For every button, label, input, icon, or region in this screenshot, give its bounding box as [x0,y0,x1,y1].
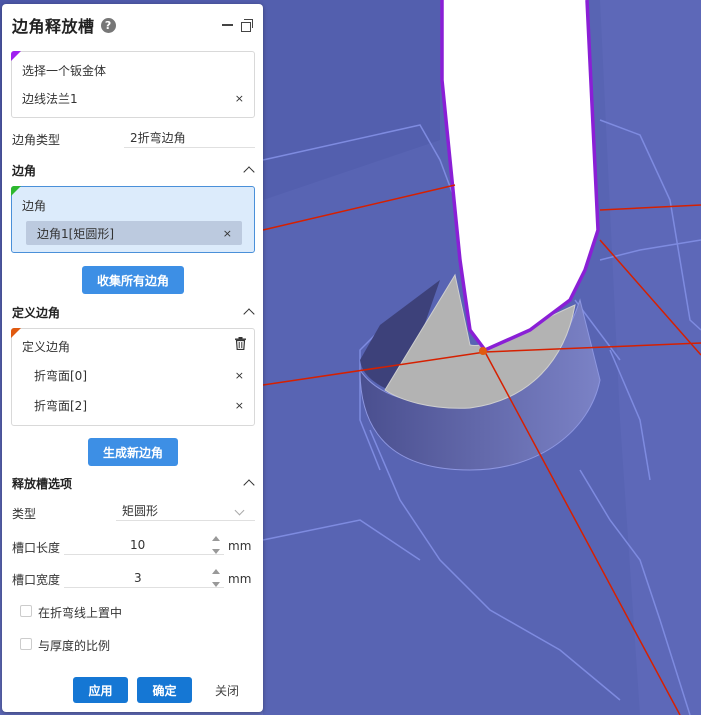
define-corner-section-header[interactable]: 定义边角 [12,303,255,321]
restore-icon[interactable] [241,19,253,32]
trash-icon[interactable] [235,337,246,350]
slot-length-label: 槽口长度 [12,541,61,555]
corner-type-label: 边角类型 [12,133,61,147]
remove-icon[interactable]: × [223,227,232,240]
chevron-up-icon[interactable] [243,308,255,320]
remove-icon[interactable]: × [235,399,244,412]
selector-color-marker [11,51,21,61]
panel-title: 边角释放槽 [12,17,95,36]
stepper-icon[interactable] [211,567,221,589]
remove-icon[interactable]: × [235,369,244,382]
corner-selector[interactable]: 边角 边角1[矩圆形] × [11,186,255,253]
corner-point [479,347,487,355]
corner-relief-panel: 边角释放槽 ? 选择一个钣金体 边线法兰1 × 边角类型 2折弯边角 边角 边角… [2,4,263,712]
relief-type-value: 矩圆形 [122,504,159,518]
slot-width-input[interactable]: 3 [64,568,224,588]
list-item[interactable]: 折弯面[0] × [12,363,254,387]
relief-type-label: 类型 [12,507,37,521]
generate-new-corner-button[interactable]: 生成新边角 [88,438,178,466]
slot-length-unit: mm [228,539,252,553]
slot-length-input[interactable]: 10 [64,535,224,555]
sheet-body-label: 选择一个钣金体 [22,64,107,78]
ok-button[interactable]: 确定 [137,677,192,703]
sheet-body-selector[interactable]: 选择一个钣金体 边线法兰1 × [11,51,255,118]
help-icon[interactable]: ? [100,17,116,33]
slot-width-unit: mm [228,572,252,586]
selector-color-marker [11,186,21,196]
slot-width-label: 槽口宽度 [12,573,61,587]
center-on-bend-checkbox[interactable] [20,605,32,617]
center-on-bend-label: 在折弯线上置中 [38,606,123,620]
relief-options-section-title: 释放槽选项 [12,476,73,491]
remove-icon[interactable]: × [235,92,244,105]
panel-header: 边角释放槽 ? [12,14,253,36]
corner-chip[interactable]: 边角1[矩圆形] × [26,221,242,245]
list-item[interactable]: 折弯面[2] × [12,393,254,417]
corner-type-value[interactable]: 2折弯边角 [124,128,255,148]
sheet-body-item-label: 边线法兰1 [22,91,78,106]
relief-options-section-header[interactable]: 释放槽选项 [12,474,255,492]
apply-button[interactable]: 应用 [73,677,128,703]
minimize-icon[interactable] [222,24,233,26]
close-button[interactable]: 关闭 [202,677,252,703]
corner-box-label: 边角 [22,199,47,213]
collect-all-corners-button[interactable]: 收集所有边角 [82,266,184,294]
define-corner-box-label: 定义边角 [22,340,71,354]
window-controls [222,19,253,32]
bend-face-0-label: 折弯面[0] [34,368,87,383]
define-corner-section-title: 定义边角 [12,305,61,320]
define-corner-selector[interactable]: 定义边角 折弯面[0] × 折弯面[2] × [11,328,255,426]
corner-section-title: 边角 [12,163,37,178]
selector-color-marker [11,328,21,338]
corner-chip-label: 边角1[矩圆形] [37,226,114,241]
proportional-thickness-label: 与厚度的比例 [38,639,111,653]
proportional-thickness-checkbox[interactable] [20,638,32,650]
bend-face-2-label: 折弯面[2] [34,398,87,413]
chevron-up-icon[interactable] [243,166,255,178]
sheet-body-item[interactable]: 边线法兰1 × [12,86,254,110]
corner-section-header[interactable]: 边角 [12,161,255,179]
stepper-icon[interactable] [211,534,221,556]
chevron-up-icon[interactable] [243,479,255,491]
